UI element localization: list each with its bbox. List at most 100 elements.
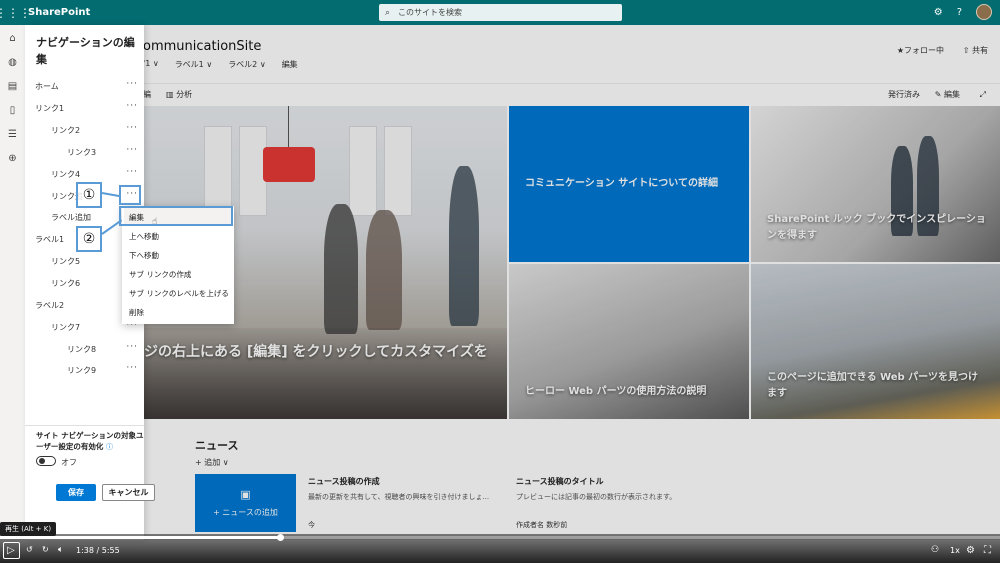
lists-icon[interactable]: ☰ bbox=[8, 129, 17, 140]
hero-tile-lookbook-text: SharePoint ルック ブックでインスピレーションを得ます bbox=[767, 214, 986, 241]
more-options-icon[interactable]: ··· bbox=[126, 79, 138, 89]
gear-icon[interactable]: ⚙ bbox=[934, 7, 943, 18]
news-item-1-title: ニュース投稿の作成 bbox=[308, 477, 380, 486]
nav-item-label: リンク5 bbox=[51, 257, 81, 266]
speed-button[interactable]: 1x bbox=[950, 546, 960, 555]
annotation-edit-highlight bbox=[119, 206, 233, 226]
more-options-icon[interactable]: ··· bbox=[126, 123, 138, 133]
menu-item-create-sublink[interactable]: サブ リンクの作成 bbox=[129, 269, 191, 280]
news-heading: ニュース bbox=[195, 439, 239, 452]
news-icon[interactable]: ▤ bbox=[8, 81, 17, 92]
topnav-item-label1[interactable]: ラベル1 ∨ bbox=[175, 59, 213, 70]
progress-thumb[interactable] bbox=[277, 534, 284, 541]
nav-item-label: ラベル1 bbox=[35, 235, 65, 244]
add-news-card[interactable]: ▣ + ニュースの追加 bbox=[195, 474, 296, 532]
more-options-icon[interactable]: ··· bbox=[126, 167, 138, 177]
topnav-item-label2[interactable]: ラベル2 ∨ bbox=[228, 59, 266, 70]
nav-item-label: リンク1 bbox=[35, 104, 65, 113]
audience-targeting-text: サイト ナビゲーションの対象ユーザー設定の有効化 bbox=[36, 431, 144, 452]
fullscreen-icon[interactable]: ⛶ bbox=[984, 545, 991, 556]
search-box[interactable]: ⌕ このサイトを検索 bbox=[379, 4, 622, 21]
nav-item[interactable]: リンク1 ··· bbox=[25, 101, 144, 117]
audience-toggle[interactable] bbox=[36, 456, 56, 466]
top-navigation: '1 ∨ ラベル1 ∨ ラベル2 ∨ 編集 bbox=[143, 59, 298, 70]
analytics-label: 分析 bbox=[176, 90, 193, 99]
menu-item-move-up[interactable]: 上へ移動 bbox=[129, 231, 159, 242]
news-item-2-desc: プレビューには記事の最初の数行が表示されます。 bbox=[516, 493, 677, 501]
more-options-icon[interactable]: ··· bbox=[126, 145, 138, 155]
window-decoration bbox=[384, 126, 412, 216]
nav-item[interactable]: リンク2 ··· bbox=[25, 123, 144, 139]
published-status: 発行済み bbox=[888, 90, 920, 99]
nav-item[interactable]: リンク3 ··· bbox=[25, 145, 144, 161]
globe-icon[interactable]: ◍ bbox=[8, 57, 17, 68]
pencil-icon: ✎ bbox=[934, 90, 944, 99]
nav-item-label: ホーム bbox=[35, 82, 59, 91]
panel-divider bbox=[25, 425, 144, 426]
nav-item[interactable]: リンク4 ··· bbox=[25, 167, 144, 183]
nav-item[interactable]: リンク9 ··· bbox=[25, 363, 144, 379]
search-icon: ⌕ bbox=[385, 7, 391, 18]
site-title[interactable]: ommunicationSite bbox=[143, 39, 261, 54]
progress-track[interactable] bbox=[0, 534, 1000, 541]
menu-item-delete[interactable]: 削除 bbox=[129, 307, 144, 318]
more-options-icon[interactable]: ··· bbox=[126, 342, 138, 352]
share-button[interactable]: ⇧ 共有 bbox=[963, 45, 988, 56]
topnav-item-1[interactable]: '1 ∨ bbox=[143, 59, 159, 70]
progress-fill bbox=[0, 536, 280, 539]
toggle-knob bbox=[39, 458, 45, 464]
edit-page-button[interactable]: ✎ 編集 bbox=[935, 89, 960, 100]
play-tooltip: 再生 (Alt + K) bbox=[0, 522, 57, 536]
play-button-focus bbox=[3, 542, 20, 559]
hero-tile-learn[interactable]: コミュニケーション サイトについての詳細 bbox=[509, 106, 749, 262]
save-button[interactable]: 保存 bbox=[56, 484, 96, 501]
app-launcher-icon[interactable]: ⋮⋮⋮ bbox=[0, 0, 31, 25]
red-lamp bbox=[263, 147, 315, 182]
window-decoration bbox=[204, 126, 232, 216]
forward-icon[interactable]: ↻ bbox=[42, 545, 49, 554]
nav-item[interactable]: ホーム ··· bbox=[25, 79, 144, 95]
news-item-2-title: ニュース投稿のタイトル bbox=[516, 477, 604, 486]
help-icon[interactable]: ? bbox=[957, 7, 962, 18]
news-item-2[interactable]: ニュース投稿のタイトル プレビューには記事の最初の数行が表示されます。 bbox=[516, 476, 712, 502]
expand-icon[interactable]: ⤢ bbox=[980, 90, 986, 100]
nav-item[interactable]: リンク8 ··· bbox=[25, 342, 144, 358]
analytics-button[interactable]: ▥ 分析 bbox=[166, 89, 192, 100]
cancel-button[interactable]: キャンセル bbox=[102, 484, 155, 501]
annotation-more-highlight bbox=[119, 185, 141, 205]
news-add-button[interactable]: + 追加 ∨ bbox=[195, 457, 229, 468]
avatar[interactable] bbox=[976, 4, 992, 20]
newspaper-icon: ▣ bbox=[240, 488, 251, 501]
menu-item-promote-sublink[interactable]: サブ リンクのレベルを上げる bbox=[129, 288, 229, 299]
nav-item-label: リンク4 bbox=[51, 170, 81, 179]
home-icon[interactable]: ⌂ bbox=[9, 33, 15, 44]
hero-main-text: ジの右上にある [編集] をクリックしてカスタマイズを bbox=[144, 344, 488, 360]
topnav-edit-link[interactable]: 編集 bbox=[282, 59, 298, 70]
settings-icon[interactable]: ⚙ bbox=[966, 545, 975, 556]
nav-item-label: ラベル追加 bbox=[51, 213, 91, 222]
sharepoint-brand[interactable]: SharePoint bbox=[28, 7, 90, 18]
more-options-icon[interactable]: ··· bbox=[126, 101, 138, 111]
toggle-state-label: オフ bbox=[61, 458, 77, 467]
follow-button[interactable]: ★フォロー中 bbox=[897, 45, 944, 56]
captions-icon[interactable]: ⚇ bbox=[931, 545, 939, 555]
add-news-label: + ニュースの追加 bbox=[213, 508, 278, 517]
window-decoration bbox=[349, 126, 377, 216]
hero-webpart: ジの右上にある [編集] をクリックしてカスタマイズを コミュニケーション サイ… bbox=[144, 106, 1000, 419]
info-icon[interactable]: ⓘ bbox=[106, 443, 113, 451]
hero-tile-howto[interactable]: ヒーロー Web パーツの使用方法の説明 bbox=[509, 264, 749, 419]
panel-title: ナビゲーションの編集 bbox=[36, 36, 135, 66]
rewind-icon[interactable]: ↺ bbox=[26, 545, 33, 554]
nav-item-label: リンク7 bbox=[51, 323, 81, 332]
nav-item-label: リンク9 bbox=[67, 366, 97, 375]
news-item-1[interactable]: ニュース投稿の作成 最新の更新を共有して、視聴者の興味を引き付けましょ... bbox=[308, 476, 504, 502]
hero-tile-lookbook[interactable]: SharePoint ルック ブックでインスピレーションを得ます bbox=[751, 106, 1000, 262]
menu-item-move-down[interactable]: 下へ移動 bbox=[129, 250, 159, 261]
cmd-edit-partial[interactable]: 編 bbox=[143, 89, 151, 100]
hero-tile-webparts[interactable]: このページに追加できる Web パーツを見つけます bbox=[751, 264, 1000, 419]
files-icon[interactable]: ▯ bbox=[10, 105, 16, 116]
more-options-icon[interactable]: ··· bbox=[126, 363, 138, 373]
volume-icon[interactable]: 🔈︎ bbox=[58, 545, 63, 555]
create-icon[interactable]: ⊕ bbox=[8, 153, 16, 164]
person-figure bbox=[366, 210, 402, 330]
